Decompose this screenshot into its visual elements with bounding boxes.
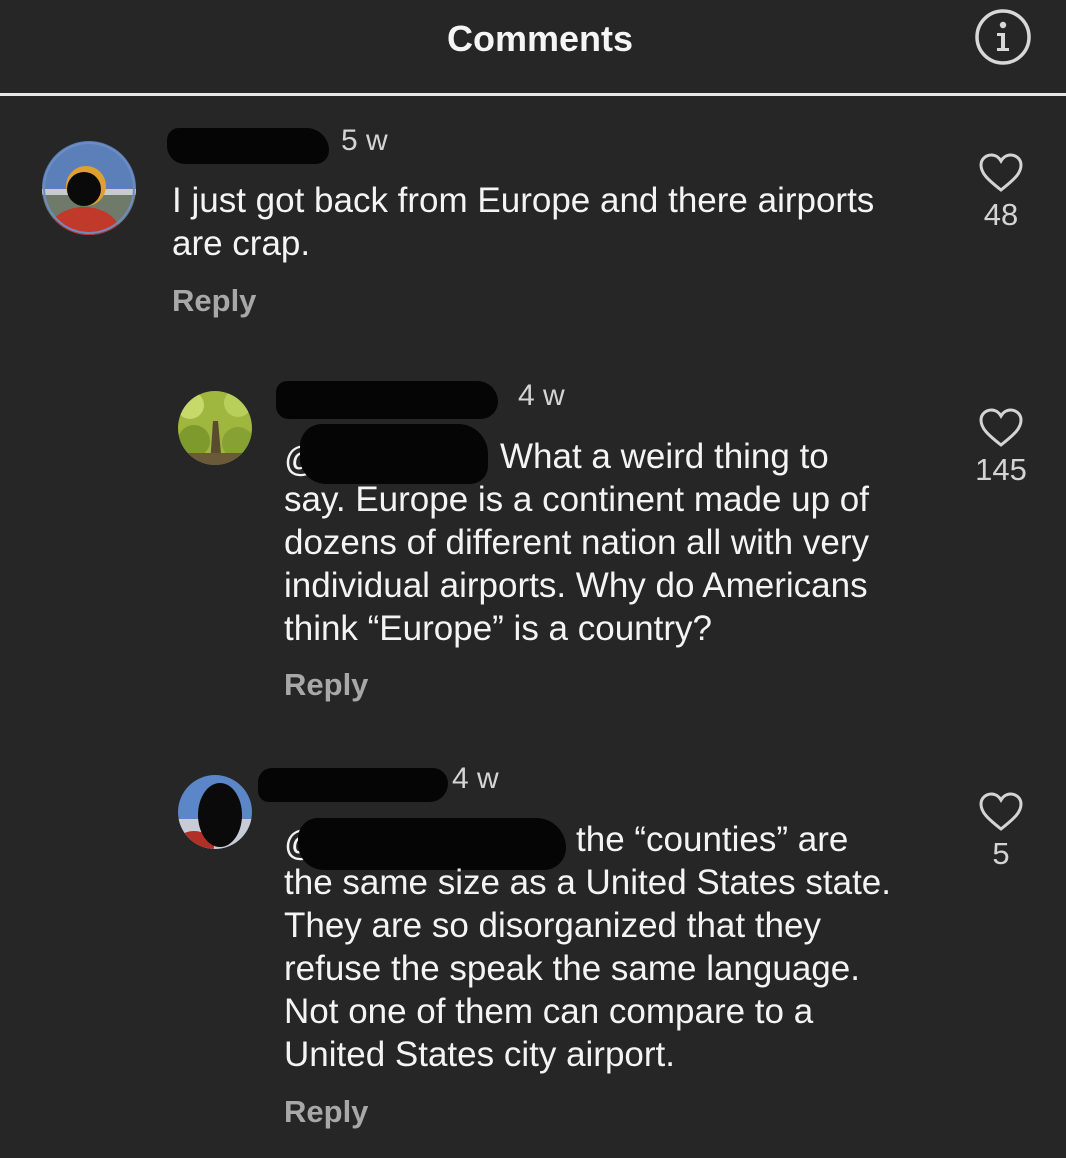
heart-outline-icon (979, 408, 1023, 447)
redacted-username (258, 768, 448, 802)
heart-outline-icon (979, 792, 1023, 831)
avatar[interactable] (178, 775, 252, 849)
like-count: 145 (975, 452, 1027, 487)
like-button[interactable]: 48 (956, 153, 1046, 233)
heart-outline-icon (979, 153, 1023, 192)
comment-text: What a weird thing to say. Europe is a c… (284, 437, 869, 648)
like-button[interactable]: 145 (956, 408, 1046, 488)
comment-meta: 4 w (276, 379, 596, 419)
avatar[interactable] (178, 391, 252, 465)
comment-text: the “counties” are the same size as a Un… (284, 820, 891, 1074)
header-divider (0, 93, 1066, 96)
page-title: Comments (446, 18, 634, 59)
redacted-username (276, 381, 498, 419)
avatar[interactable] (42, 141, 136, 235)
like-count: 48 (983, 197, 1019, 232)
comment-text: I just got back from Europe and there ai… (172, 181, 875, 263)
comment-time: 5 w (341, 124, 388, 157)
reply-button[interactable]: Reply (284, 1094, 368, 1130)
redacted-username (167, 128, 329, 164)
info-icon[interactable] (975, 9, 1031, 65)
comment-time: 4 w (452, 762, 499, 795)
like-count: 5 (992, 836, 1010, 871)
reply-button[interactable]: Reply (284, 667, 368, 703)
like-button[interactable]: 5 (956, 792, 1046, 872)
comment-meta: 4 w (258, 762, 518, 802)
comment-time: 4 w (518, 379, 565, 412)
comment-meta: 5 w (165, 124, 425, 164)
comments-header: Comments (0, 0, 1066, 94)
reply-button[interactable]: Reply (172, 283, 256, 319)
